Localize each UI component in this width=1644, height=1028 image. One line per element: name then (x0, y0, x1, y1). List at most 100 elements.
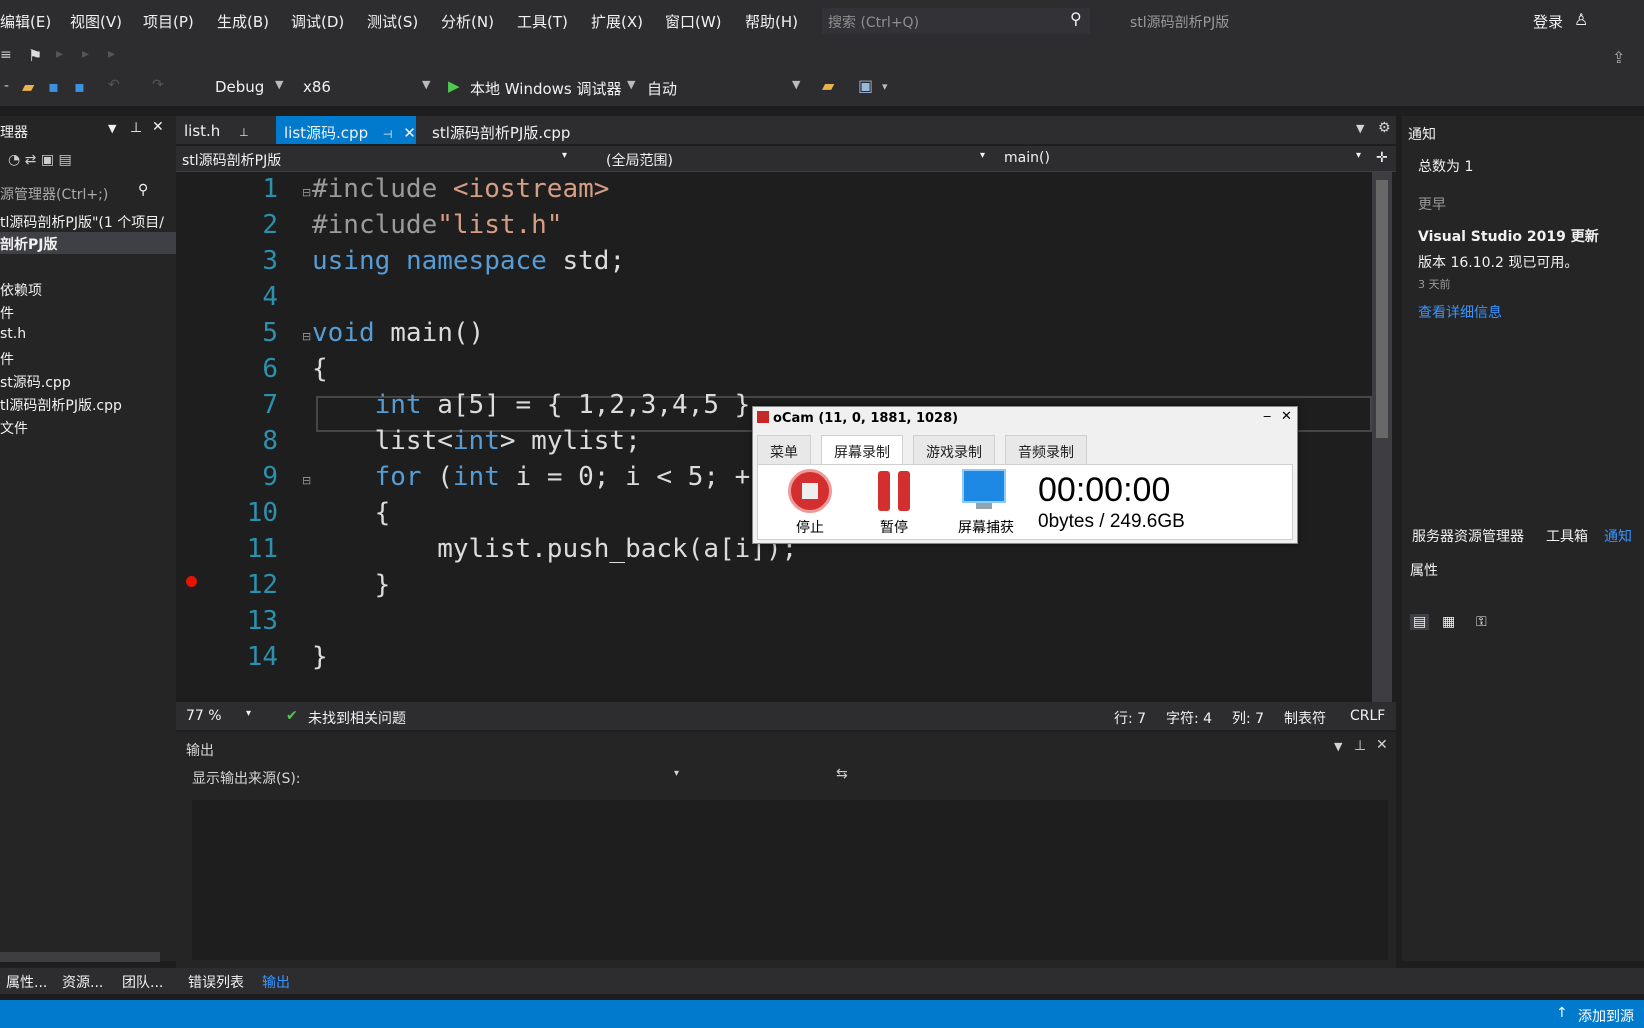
capture-button-label[interactable]: 屏幕捕获 (958, 517, 1014, 537)
tabs-indicator[interactable]: 制表符 (1284, 708, 1326, 728)
nav-scope-dropdown-icon[interactable]: ▾ (980, 150, 985, 161)
issues-status[interactable]: 未找到相关问题 (308, 708, 406, 728)
output-source-dropdown-icon[interactable]: ▾ (674, 768, 679, 779)
close-icon[interactable]: ✕ (152, 119, 164, 135)
zoom-dropdown-icon[interactable]: ▾ (246, 708, 251, 719)
tab-notifications[interactable]: 通知 (1604, 526, 1632, 546)
auto-select[interactable]: 自动 (647, 78, 677, 99)
stop-button-label[interactable]: 停止 (796, 517, 824, 537)
browse-icon[interactable]: ▰ (822, 76, 840, 95)
platform-dropdown-icon[interactable]: ▼ (422, 78, 430, 91)
panel-dropdown-icon[interactable]: ▼ (108, 122, 116, 135)
screen-capture-icon[interactable] (962, 469, 1006, 503)
upload-icon[interactable]: ↑ (1556, 1005, 1568, 1021)
sol-item-sources[interactable]: 件 (0, 349, 14, 369)
tab-properties[interactable]: 属性... (6, 972, 47, 992)
screenshot-icon[interactable]: ▣ (858, 76, 876, 95)
close-icon[interactable]: ✕ (1376, 737, 1388, 753)
history-icon[interactable]: ◔ (8, 152, 20, 168)
menu-analyze[interactable]: 分析(N) (441, 11, 494, 32)
close-icon[interactable]: ✕ (403, 124, 416, 142)
ocam-tab-audio[interactable]: 音频录制 (1005, 435, 1087, 465)
notification-headline[interactable]: Visual Studio 2019 更新 (1418, 226, 1599, 246)
sol-item-project[interactable]: 剖析PJ版 (0, 234, 57, 254)
ocam-titlebar[interactable]: oCam (11, 0, 1881, 1028) ‒ ✕ (753, 407, 1297, 431)
output-text-area[interactable] (192, 800, 1388, 960)
tab-error-list[interactable]: 错误列表 (188, 972, 244, 992)
config-select[interactable]: Debug (215, 78, 264, 96)
sol-item-list-src[interactable]: st源码.cpp (0, 372, 71, 392)
share-icon[interactable]: ⇪ (1612, 48, 1625, 67)
sol-item-resources[interactable]: 文件 (0, 418, 28, 438)
collapse-icon[interactable]: ⊟ (302, 330, 311, 343)
menu-build[interactable]: 生成(B) (217, 11, 269, 32)
auto-dropdown-icon[interactable]: ▼ (792, 78, 800, 91)
ocam-tab-menu[interactable]: 菜单 (757, 435, 811, 465)
wrap-icon[interactable]: ⇆ (836, 766, 848, 782)
save-icon[interactable]: ▪ (48, 77, 66, 96)
sol-item-solution[interactable]: tl源码剖析PJ版"(1 个项目/ (0, 212, 164, 232)
tab-toolbox[interactable]: 工具箱 (1546, 526, 1588, 546)
sync-icon[interactable]: ⇄ (25, 152, 37, 168)
sol-item-dependencies[interactable]: 依赖项 (0, 280, 42, 300)
start-debug-button[interactable]: 本地 Windows 调试器 (470, 78, 622, 99)
menu-test[interactable]: 测试(S) (367, 11, 418, 32)
tab-main-cpp[interactable]: stl源码剖析PJ版.cpp (424, 116, 578, 144)
pin-icon[interactable]: ⊥ (130, 120, 142, 136)
pause-icon[interactable] (878, 471, 890, 511)
nav-member-dropdown-icon[interactable]: ▾ (1356, 150, 1361, 161)
tab-team[interactable]: 团队... (122, 972, 163, 992)
pin-icon[interactable]: ⊥ (239, 126, 249, 139)
nav-back-icon[interactable]: - (4, 78, 22, 96)
collapse-icon[interactable]: ⊟ (302, 474, 311, 487)
menu-help[interactable]: 帮助(H) (745, 11, 798, 32)
pin-icon[interactable]: ⊥ (1354, 738, 1366, 754)
search-input[interactable]: 搜索 (Ctrl+Q) (822, 8, 1090, 34)
menu-extensions[interactable]: 扩展(X) (591, 11, 643, 32)
split-icon[interactable]: ✛ (1376, 150, 1388, 166)
menu-view[interactable]: 视图(V) (70, 11, 122, 32)
tab-list-h[interactable]: list.h ⊥ (176, 116, 257, 144)
alphabetical-icon[interactable]: ▦ (1442, 614, 1455, 630)
sol-hscroll[interactable] (0, 952, 160, 962)
nav-member-select[interactable]: main() (1004, 150, 1050, 166)
sol-search-input[interactable]: 源管理器(Ctrl+;) (0, 184, 108, 204)
tab-resources[interactable]: 资源... (62, 972, 103, 992)
close-icon[interactable]: ✕ (1281, 409, 1292, 424)
breakpoint-icon[interactable] (186, 576, 197, 587)
save-all-icon[interactable]: ▪ (74, 77, 92, 96)
property-pages-icon[interactable]: ⚿ (1476, 614, 1487, 630)
tab-output[interactable]: 输出 (262, 972, 290, 992)
toolbar-overflow-icon[interactable]: ▾ (882, 80, 900, 98)
zoom-select[interactable]: 77 % (186, 708, 222, 724)
config-dropdown-icon[interactable]: ▼ (275, 78, 283, 91)
nav-project-dropdown-icon[interactable]: ▾ (562, 150, 567, 161)
ocam-tab-game[interactable]: 游戏录制 (913, 435, 995, 465)
sol-search-icon[interactable]: ⚲ (138, 182, 148, 198)
settings-icon[interactable]: ⚙ (1378, 120, 1391, 136)
panel-dropdown-icon[interactable]: ▼ (1334, 740, 1342, 753)
list-icon[interactable]: ≡ (0, 47, 18, 65)
stop-icon[interactable] (788, 469, 832, 513)
menu-window[interactable]: 窗口(W) (665, 11, 722, 32)
collapse-icon[interactable]: ⊟ (302, 186, 311, 199)
tab-server-explorer[interactable]: 服务器资源管理器 (1412, 526, 1524, 546)
ocam-tab-screen[interactable]: 屏幕录制 (821, 435, 903, 465)
pin-icon[interactable]: ⊣ (383, 128, 393, 141)
categorized-icon[interactable]: ▤ (1410, 614, 1430, 630)
editor-vscroll-thumb[interactable] (1376, 180, 1388, 438)
menu-edit[interactable]: 编辑(E) (0, 11, 51, 32)
open-folder-icon[interactable]: ▰ (22, 77, 40, 96)
menu-project[interactable]: 项目(P) (143, 11, 194, 32)
account-icon[interactable]: ♙ (1574, 10, 1588, 29)
minimize-icon[interactable]: ‒ (1263, 409, 1271, 424)
sol-item-headers[interactable]: 件 (0, 303, 14, 323)
collapse-icon[interactable]: ▣ (41, 152, 54, 168)
bookmark-icon[interactable]: ⚑ (28, 46, 46, 65)
tabs-dropdown-icon[interactable]: ▼ (1356, 122, 1364, 135)
sol-item-list-h[interactable]: st.h (0, 326, 26, 342)
notification-link[interactable]: 查看详细信息 (1418, 302, 1502, 322)
search-icon[interactable]: ⚲ (1070, 9, 1082, 28)
tab-list-src[interactable]: list源码.cpp ⊣ ✕ (276, 116, 416, 144)
pause-button-label[interactable]: 暂停 (880, 517, 908, 537)
